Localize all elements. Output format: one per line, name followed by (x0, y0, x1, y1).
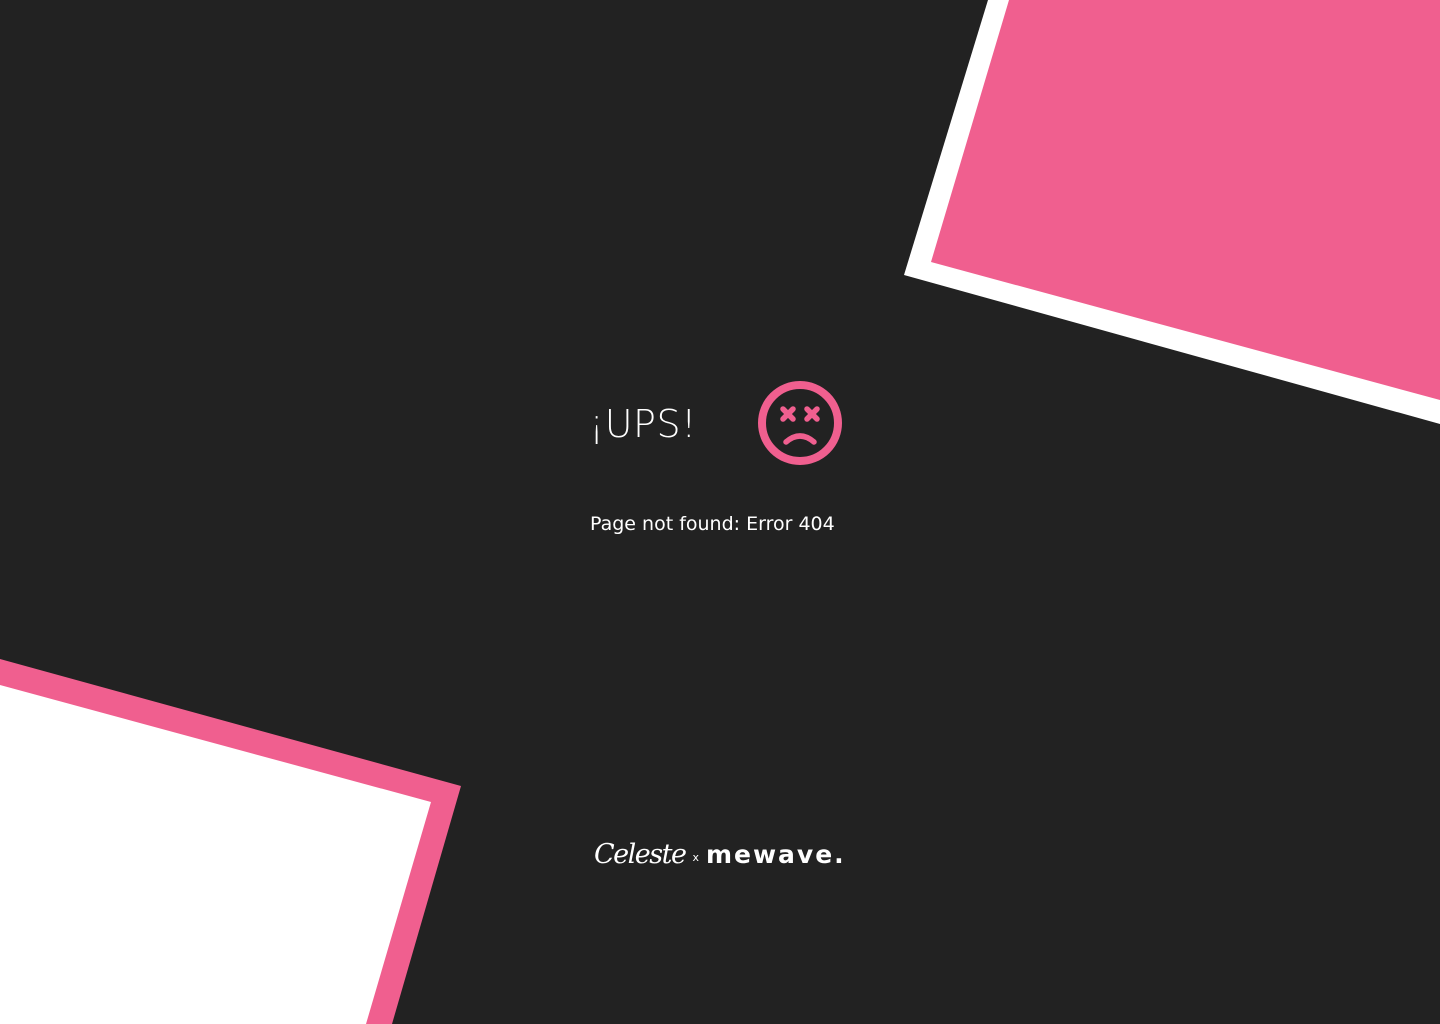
brand-footer: Celeste x mewave. (594, 834, 846, 874)
error-message: Page not found: Error 404 (590, 513, 835, 535)
celeste-logo: Celeste (594, 838, 687, 870)
error-404-page: ¡UPS! Page not found: Error 404 Celeste … (0, 0, 1440, 1024)
mewave-logo: mewave. (705, 839, 846, 869)
error-headline: ¡UPS! (589, 402, 697, 446)
sad-dizzy-face-icon (758, 381, 842, 465)
brand-separator: x (692, 850, 699, 864)
